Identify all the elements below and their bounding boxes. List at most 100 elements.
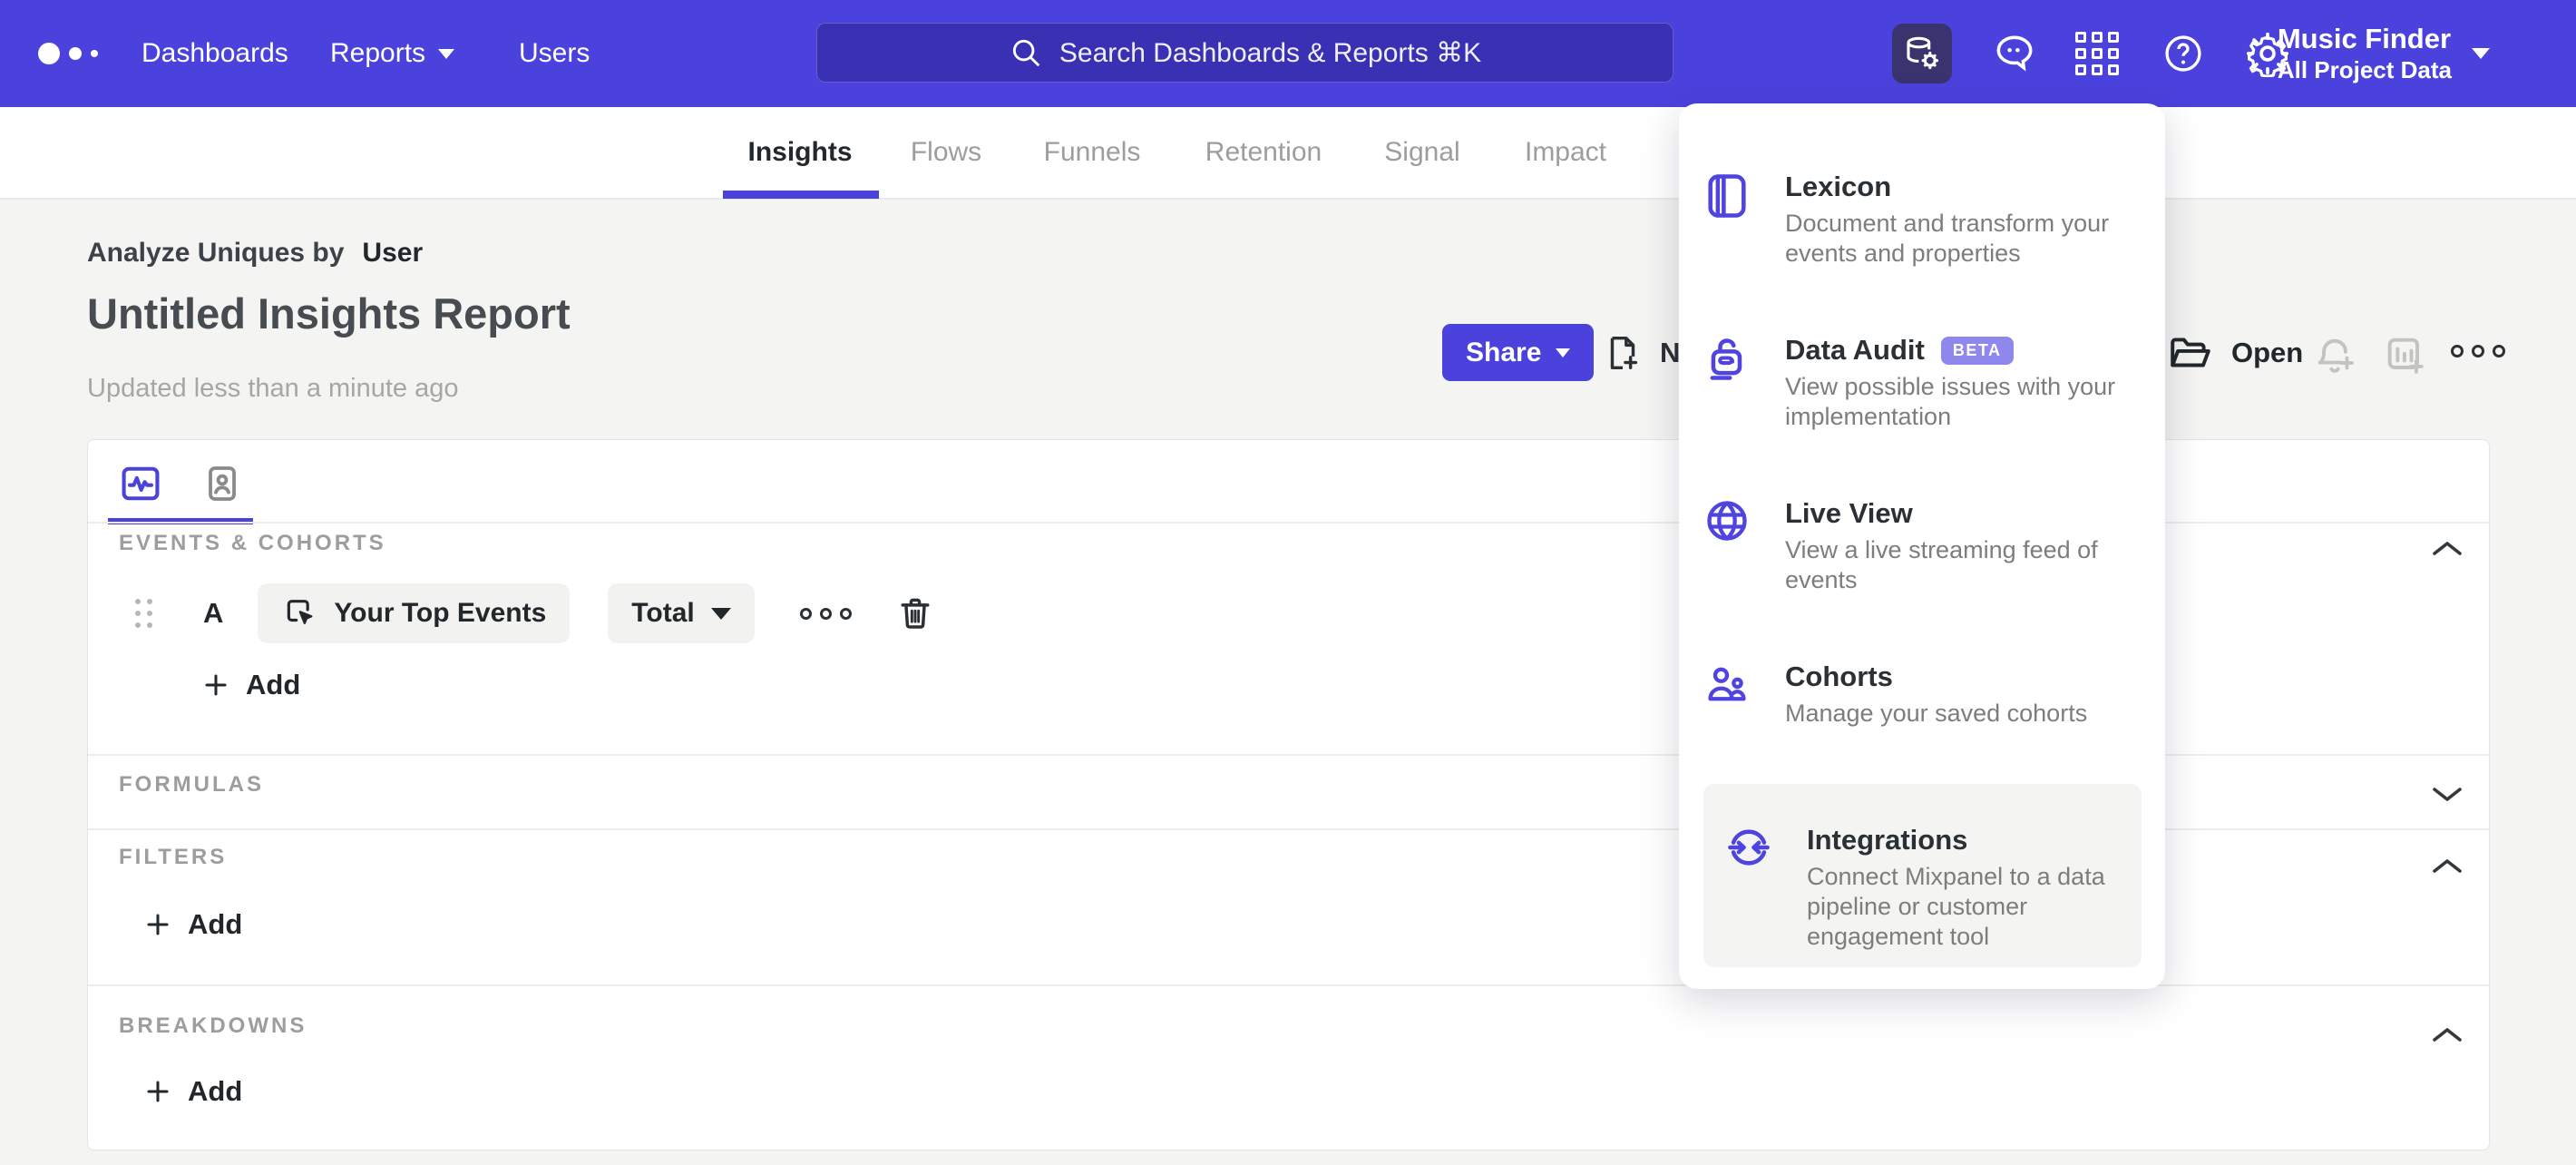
cohorts-users-icon bbox=[1703, 659, 1751, 729]
chart-plus-icon bbox=[2387, 338, 2424, 374]
section-label-filters: FILTERS bbox=[119, 845, 228, 869]
chevron-down-icon bbox=[710, 607, 731, 620]
menu-item-integrations[interactable]: Integrations Connect Mixpanel to a data … bbox=[1703, 784, 2142, 967]
collapse-breakdowns-chevron-up-icon[interactable] bbox=[2430, 1024, 2464, 1046]
project-switcher[interactable]: Music Finder All Project Data bbox=[2278, 0, 2490, 107]
feedback-chat-icon bbox=[1996, 35, 2033, 72]
nav-item-dashboards[interactable]: Dashboards bbox=[141, 0, 288, 107]
menu-item-title: Integrations bbox=[1807, 824, 1968, 856]
event-row-letter: A bbox=[203, 597, 224, 629]
more-options-button[interactable] bbox=[2451, 345, 2505, 357]
collapse-events-chevron-up-icon[interactable] bbox=[2430, 538, 2464, 560]
plus-icon bbox=[147, 1081, 169, 1102]
menu-item-description: Manage your saved cohorts bbox=[1785, 700, 2088, 727]
drag-handle[interactable] bbox=[135, 599, 152, 628]
alert-add-button[interactable] bbox=[2311, 332, 2358, 379]
menu-item-description: Document and transform your events and p… bbox=[1785, 210, 2110, 267]
tab-label: Funnels bbox=[1043, 137, 1141, 167]
integrations-sync-icon bbox=[1725, 822, 1772, 967]
project-name: Music Finder bbox=[2277, 23, 2452, 54]
analyze-prefix: Analyze Uniques by bbox=[87, 238, 345, 268]
expand-formulas-chevron-down-icon[interactable] bbox=[2430, 783, 2464, 805]
top-nav: Dashboards Reports Users Search Dashboar… bbox=[0, 0, 2576, 107]
nav-item-label: Reports bbox=[330, 38, 426, 68]
event-row-more-button[interactable] bbox=[799, 607, 852, 620]
beta-badge: BETA bbox=[1940, 337, 2014, 365]
event-selector-button[interactable]: Your Top Events bbox=[258, 583, 571, 643]
nav-item-users[interactable]: Users bbox=[519, 0, 590, 107]
document-plus-icon bbox=[1610, 336, 1638, 370]
help-icon bbox=[2165, 35, 2201, 72]
dot-icon bbox=[2472, 345, 2484, 357]
report-title[interactable]: Untitled Insights Report bbox=[87, 289, 571, 338]
event-row: A Your Top Events Total bbox=[135, 583, 935, 643]
plus-icon bbox=[205, 674, 227, 696]
share-label: Share bbox=[1466, 337, 1542, 367]
share-button[interactable]: Share bbox=[1442, 324, 1595, 381]
menu-item-lexicon[interactable]: Lexicon Document and transform your even… bbox=[1703, 169, 2142, 269]
tab-funnels[interactable]: Funnels bbox=[1044, 107, 1141, 198]
event-label: Your Top Events bbox=[334, 598, 547, 628]
search-placeholder: Search Dashboards & Reports ⌘K bbox=[1059, 37, 1482, 68]
active-tab-underline bbox=[723, 191, 879, 199]
tab-retention[interactable]: Retention bbox=[1205, 107, 1322, 198]
tab-flows[interactable]: Flows bbox=[911, 107, 981, 198]
menu-item-data-audit[interactable]: Data Audit BETA View possible issues with… bbox=[1703, 332, 2142, 432]
dot-icon bbox=[2493, 345, 2505, 357]
builder-tab-events[interactable] bbox=[117, 460, 164, 507]
dot-icon bbox=[819, 607, 832, 620]
add-label: Add bbox=[188, 1075, 243, 1107]
add-filter-button[interactable]: Add bbox=[144, 908, 242, 941]
dot-icon bbox=[2451, 345, 2464, 357]
menu-item-cohorts[interactable]: Cohorts Manage your saved cohorts bbox=[1703, 659, 2142, 729]
menu-item-description: View possible issues with your implement… bbox=[1785, 373, 2116, 430]
analyze-value-dropdown[interactable]: User bbox=[362, 238, 423, 269]
builder-tab-profiles[interactable] bbox=[199, 460, 246, 507]
tab-impact[interactable]: Impact bbox=[1525, 107, 1606, 198]
search-input[interactable]: Search Dashboards & Reports ⌘K bbox=[816, 23, 1673, 83]
delete-event-button[interactable] bbox=[895, 593, 935, 633]
tab-label: Insights bbox=[747, 137, 853, 167]
menu-item-live-view[interactable]: Live View View a live streaming feed of … bbox=[1703, 495, 2142, 595]
feedback-button[interactable] bbox=[1992, 0, 2037, 107]
data-management-button[interactable] bbox=[1892, 24, 1952, 83]
data-management-dropdown: Lexicon Document and transform your even… bbox=[1679, 103, 2165, 989]
updated-timestamp: Updated less than a minute ago bbox=[87, 374, 459, 403]
nav-item-reports[interactable]: Reports bbox=[330, 0, 455, 107]
menu-item-title: Cohorts bbox=[1785, 661, 1893, 692]
section-label-events: EVENTS & COHORTS bbox=[119, 531, 386, 555]
menu-item-title: Live View bbox=[1785, 497, 1913, 529]
tab-insights[interactable]: Insights bbox=[747, 107, 852, 198]
pulse-chart-icon bbox=[122, 466, 160, 501]
nav-item-label: Users bbox=[519, 38, 590, 68]
collapse-filters-chevron-up-icon[interactable] bbox=[2430, 856, 2464, 877]
live-view-globe-icon bbox=[1703, 495, 1751, 595]
event-click-icon bbox=[288, 600, 313, 624]
search-icon bbox=[1012, 39, 1040, 67]
apps-button[interactable] bbox=[2075, 0, 2119, 107]
menu-item-title: Lexicon bbox=[1785, 171, 1892, 202]
open-button[interactable]: Open bbox=[2168, 328, 2303, 377]
report-tabs-bar: Insights Flows Funnels Retention Signal … bbox=[0, 107, 2576, 200]
help-button[interactable] bbox=[2161, 0, 2206, 107]
add-breakdown-button[interactable]: Add bbox=[144, 1075, 242, 1108]
section-label-breakdowns: BREAKDOWNS bbox=[119, 1013, 307, 1038]
tab-label: Retention bbox=[1205, 137, 1322, 167]
chevron-down-icon bbox=[438, 48, 455, 59]
lexicon-book-icon bbox=[1703, 169, 1751, 269]
tab-label: Signal bbox=[1384, 137, 1460, 167]
data-management-icon bbox=[1907, 36, 1939, 70]
dot-icon bbox=[799, 607, 812, 620]
data-audit-lock-icon bbox=[1703, 332, 1751, 432]
add-label: Add bbox=[246, 669, 301, 700]
mixpanel-logo-icon[interactable] bbox=[38, 0, 98, 107]
tab-label: Impact bbox=[1524, 137, 1607, 167]
chevron-down-icon bbox=[2472, 48, 2490, 59]
chevron-down-icon bbox=[1556, 348, 1571, 357]
tab-signal[interactable]: Signal bbox=[1384, 107, 1459, 198]
add-to-board-button[interactable] bbox=[2382, 332, 2429, 379]
add-event-button[interactable]: Add bbox=[202, 669, 300, 701]
tab-label: Flows bbox=[910, 137, 982, 167]
metric-dropdown[interactable]: Total bbox=[608, 583, 755, 643]
apps-grid-icon bbox=[2075, 32, 2119, 75]
